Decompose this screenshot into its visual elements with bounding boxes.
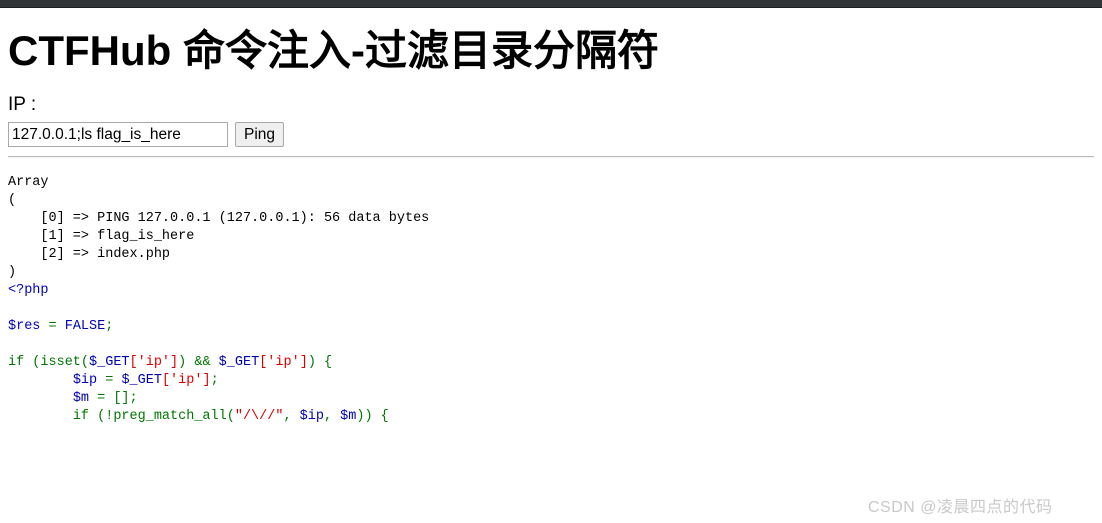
section-divider bbox=[8, 156, 1094, 159]
command-output: Array ( [0] => PING 127.0.0.1 (127.0.0.1… bbox=[8, 175, 430, 281]
browser-chrome-bar bbox=[0, 0, 1102, 8]
code-assign-ip: $ip bbox=[72, 373, 98, 389]
csdn-watermark: CSDN @凌晨四点的代码 bbox=[868, 499, 1053, 516]
code-assign-m: $m bbox=[72, 391, 90, 407]
code-var-res: $res bbox=[8, 319, 41, 335]
page-title: CTFHub 命令注入-过滤目录分隔符 bbox=[8, 27, 659, 74]
php-source-listing: <?php $res = FALSE; if (isset($_GET['ip'… bbox=[8, 283, 389, 425]
ping-button[interactable]: Ping bbox=[235, 122, 285, 148]
page-body: CTFHub 命令注入-过滤目录分隔符 IP : Ping Array ( [0… bbox=[0, 8, 1102, 523]
php-open-tag: <?php bbox=[8, 283, 49, 299]
code-preg-match: if (!preg_match_all( bbox=[72, 409, 235, 425]
ip-input[interactable] bbox=[8, 122, 228, 148]
ip-field-label: IP : bbox=[8, 94, 37, 116]
code-if-statement: if (isset( bbox=[8, 355, 90, 371]
ping-form: Ping bbox=[8, 122, 1094, 148]
